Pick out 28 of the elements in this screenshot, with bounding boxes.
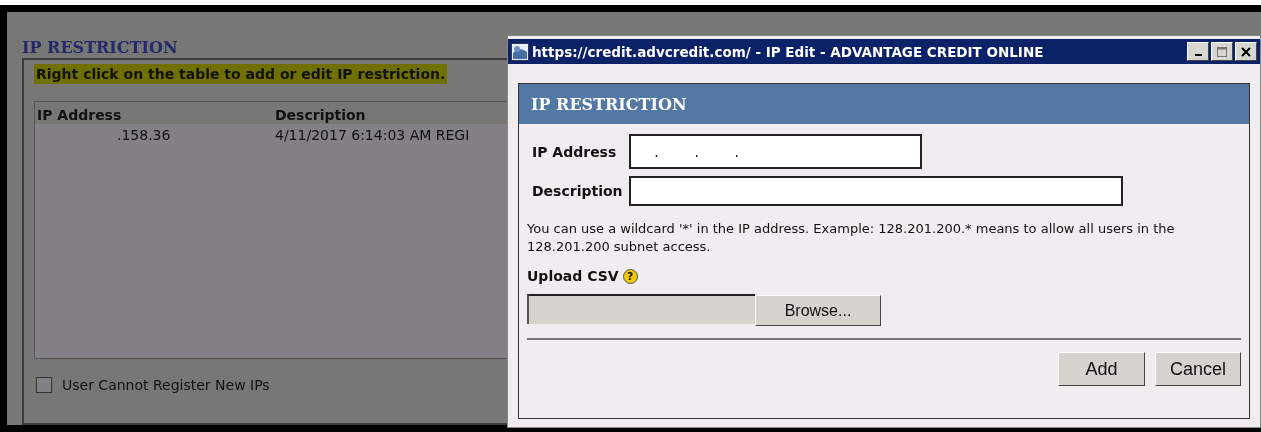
maximize-icon	[1217, 46, 1227, 57]
section-title: IP RESTRICTION	[22, 38, 178, 57]
description-field[interactable]	[628, 176, 1123, 206]
minimize-icon	[1194, 53, 1202, 56]
close-button[interactable]	[1235, 42, 1257, 61]
upload-label: Upload CSV	[527, 268, 619, 284]
column-header: Description	[275, 107, 366, 123]
table-cell-text: .158.36	[116, 127, 172, 143]
window-title: https://credit.advcredit.com/ - IP Edit - ADVANTAGE CREDIT ONLINE	[532, 43, 1045, 60]
checkbox-label: User Cannot Register New IPs	[62, 377, 270, 393]
highlighted-hint: Right click on the table to add or edit IP restriction.	[34, 64, 448, 84]
table-cell: 4/11/2017 6:14:03 AM REGI	[275, 127, 470, 143]
help-text: You can use a wildcard '*' in the IP address. Example: 128.201.200.* means to allow all users in the 128.201.200 subnet access.	[527, 220, 1176, 256]
checkbox[interactable]	[36, 377, 52, 393]
ip-address-field[interactable]: . . .	[628, 134, 922, 169]
minimize-button[interactable]	[1187, 42, 1209, 61]
add-button[interactable]: Add	[1057, 352, 1145, 386]
column-header: IP Address	[37, 107, 123, 123]
maximize-button[interactable]	[1211, 42, 1233, 61]
file-path-field[interactable]	[527, 294, 755, 324]
field-label: Description	[531, 183, 623, 199]
close-icon	[1241, 46, 1251, 57]
app-icon	[511, 42, 529, 61]
panel-header: IP RESTRICTION	[519, 84, 1249, 124]
cancel-button[interactable]: Cancel	[1154, 352, 1241, 386]
browse-button[interactable]: Browse...	[755, 295, 881, 326]
field-label: IP Address	[531, 143, 618, 160]
help-icon[interactable]: ?	[622, 268, 638, 284]
